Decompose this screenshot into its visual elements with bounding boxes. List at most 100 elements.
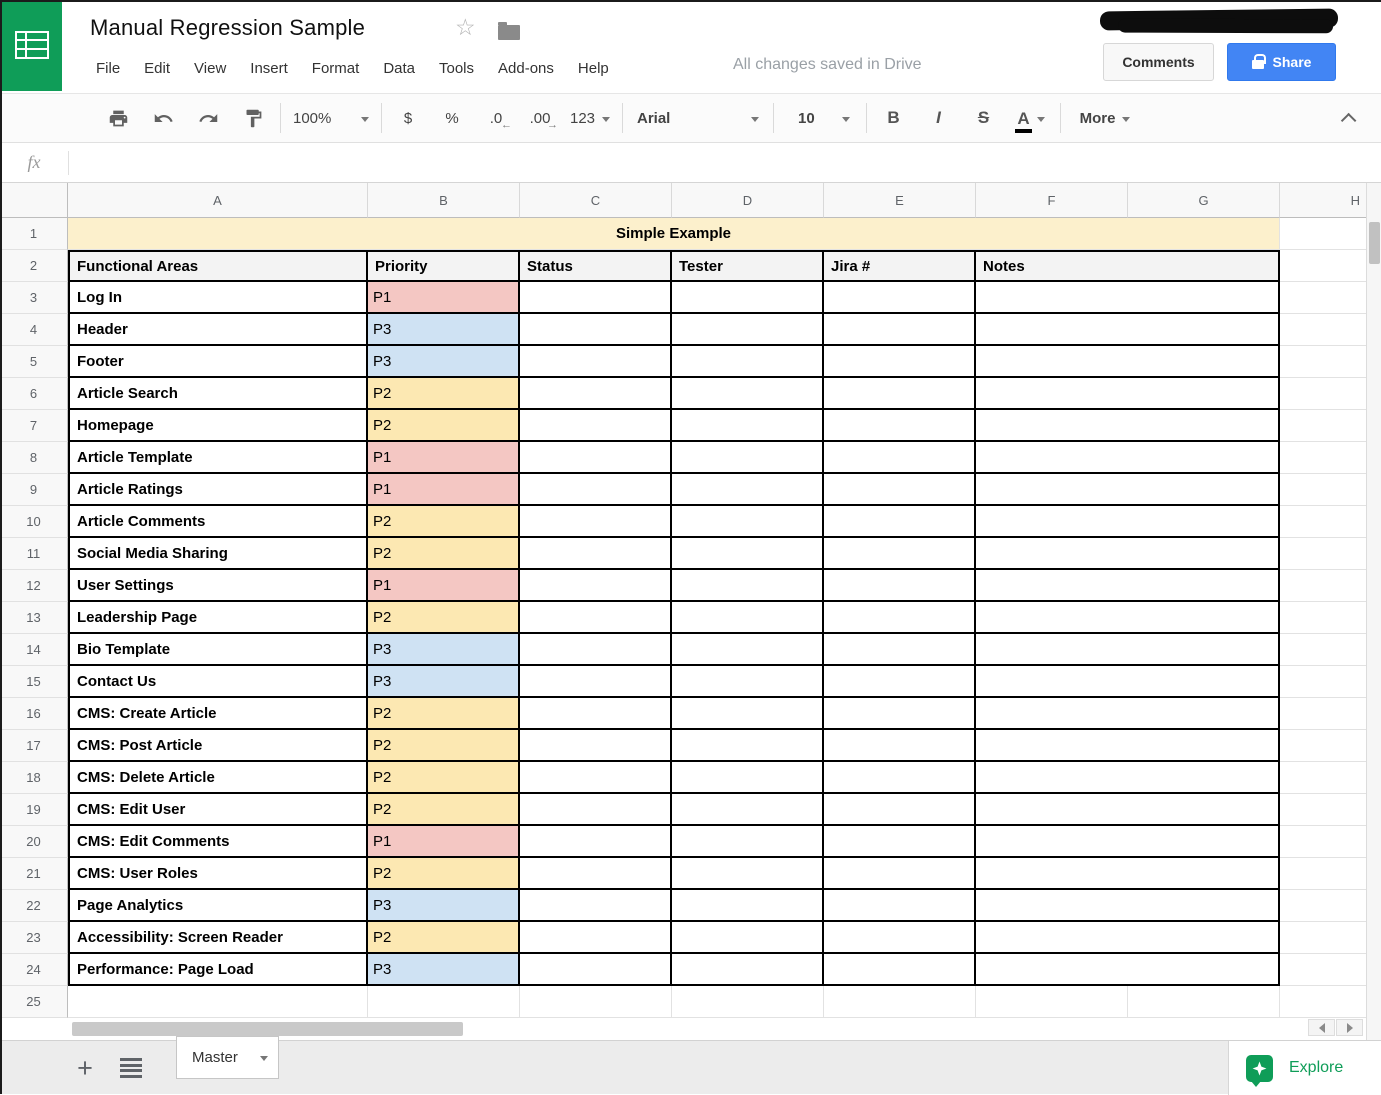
font-family-select[interactable]: Arial [627, 93, 769, 143]
strikethrough-button[interactable]: S [961, 93, 1006, 143]
folder-icon[interactable] [498, 22, 520, 40]
row-header-20[interactable]: 20 [0, 826, 68, 858]
area-cell[interactable]: Article Search [68, 378, 368, 410]
cell[interactable] [1280, 922, 1366, 954]
notes-cell[interactable] [976, 538, 1280, 570]
header-cell-tester[interactable]: Tester [672, 250, 824, 282]
tester-cell[interactable] [672, 282, 824, 314]
jira-cell[interactable] [824, 666, 976, 698]
status-cell[interactable] [520, 698, 672, 730]
status-cell[interactable] [520, 954, 672, 986]
tester-cell[interactable] [672, 410, 824, 442]
status-cell[interactable] [520, 730, 672, 762]
header-cell-jira-[interactable]: Jira # [824, 250, 976, 282]
priority-cell[interactable]: P3 [368, 346, 520, 378]
jira-cell[interactable] [824, 570, 976, 602]
tester-cell[interactable] [672, 442, 824, 474]
cell[interactable] [1280, 730, 1366, 762]
cell[interactable] [672, 986, 824, 1018]
cell[interactable] [1280, 378, 1366, 410]
jira-cell[interactable] [824, 922, 976, 954]
notes-cell[interactable] [976, 634, 1280, 666]
status-cell[interactable] [520, 538, 672, 570]
jira-cell[interactable] [824, 346, 976, 378]
status-cell[interactable] [520, 890, 672, 922]
jira-cell[interactable] [824, 314, 976, 346]
notes-cell[interactable] [976, 410, 1280, 442]
cell[interactable] [1280, 282, 1366, 314]
row-header-12[interactable]: 12 [0, 570, 68, 602]
priority-cell[interactable]: P1 [368, 826, 520, 858]
row-header-19[interactable]: 19 [0, 794, 68, 826]
row-header-15[interactable]: 15 [0, 666, 68, 698]
priority-cell[interactable]: P2 [368, 538, 520, 570]
tester-cell[interactable] [672, 570, 824, 602]
area-cell[interactable]: Accessibility: Screen Reader [68, 922, 368, 954]
tester-cell[interactable] [672, 634, 824, 666]
more-button[interactable]: More [1065, 93, 1145, 143]
cell[interactable] [1280, 666, 1366, 698]
row-header-23[interactable]: 23 [0, 922, 68, 954]
menu-item-format[interactable]: Format [300, 60, 372, 77]
cell[interactable] [1280, 602, 1366, 634]
status-cell[interactable] [520, 346, 672, 378]
area-cell[interactable]: Leadership Page [68, 602, 368, 634]
column-header-g[interactable]: G [1128, 183, 1280, 218]
priority-cell[interactable]: P2 [368, 410, 520, 442]
row-header-3[interactable]: 3 [0, 282, 68, 314]
jira-cell[interactable] [824, 282, 976, 314]
priority-cell[interactable]: P2 [368, 506, 520, 538]
tester-cell[interactable] [672, 346, 824, 378]
priority-cell[interactable]: P2 [368, 762, 520, 794]
tester-cell[interactable] [672, 474, 824, 506]
status-cell[interactable] [520, 826, 672, 858]
notes-cell[interactable] [976, 730, 1280, 762]
row-header-10[interactable]: 10 [0, 506, 68, 538]
sheet-tab-master[interactable]: Master [176, 1036, 279, 1079]
column-header-a[interactable]: A [68, 183, 368, 218]
priority-cell[interactable]: P3 [368, 634, 520, 666]
area-cell[interactable]: Article Ratings [68, 474, 368, 506]
notes-cell[interactable] [976, 570, 1280, 602]
priority-cell[interactable]: P3 [368, 890, 520, 922]
cell[interactable] [1280, 442, 1366, 474]
row-header-14[interactable]: 14 [0, 634, 68, 666]
area-cell[interactable]: CMS: Edit User [68, 794, 368, 826]
row-header-22[interactable]: 22 [0, 890, 68, 922]
jira-cell[interactable] [824, 442, 976, 474]
cell[interactable] [1280, 250, 1366, 282]
priority-cell[interactable]: P3 [368, 314, 520, 346]
comments-button[interactable]: Comments [1103, 43, 1214, 81]
collapse-toolbar-button[interactable] [1311, 93, 1381, 143]
column-header-e[interactable]: E [824, 183, 976, 218]
menu-item-file[interactable]: File [84, 60, 132, 77]
priority-cell[interactable]: P2 [368, 602, 520, 634]
jira-cell[interactable] [824, 762, 976, 794]
notes-cell[interactable] [976, 314, 1280, 346]
notes-cell[interactable] [976, 474, 1280, 506]
cell[interactable] [1280, 986, 1366, 1018]
select-all-corner[interactable] [0, 183, 68, 218]
jira-cell[interactable] [824, 826, 976, 858]
row-header-25[interactable]: 25 [0, 986, 68, 1018]
tester-cell[interactable] [672, 538, 824, 570]
status-cell[interactable] [520, 602, 672, 634]
share-button[interactable]: Share [1227, 43, 1336, 81]
document-title[interactable]: Manual Regression Sample [90, 15, 365, 41]
cell[interactable] [1280, 314, 1366, 346]
area-cell[interactable]: Footer [68, 346, 368, 378]
notes-cell[interactable] [976, 922, 1280, 954]
cell[interactable] [1280, 506, 1366, 538]
cell[interactable] [1280, 634, 1366, 666]
status-cell[interactable] [520, 762, 672, 794]
explore-button[interactable]: Explore [1228, 1041, 1381, 1095]
tester-cell[interactable] [672, 762, 824, 794]
row-header-5[interactable]: 5 [0, 346, 68, 378]
row-header-16[interactable]: 16 [0, 698, 68, 730]
menu-item-tools[interactable]: Tools [427, 60, 486, 77]
menu-item-edit[interactable]: Edit [132, 60, 182, 77]
font-size-select[interactable]: 10 [778, 93, 862, 143]
row-header-2[interactable]: 2 [0, 250, 68, 282]
cell[interactable] [1128, 986, 1280, 1018]
cell[interactable] [1280, 858, 1366, 890]
